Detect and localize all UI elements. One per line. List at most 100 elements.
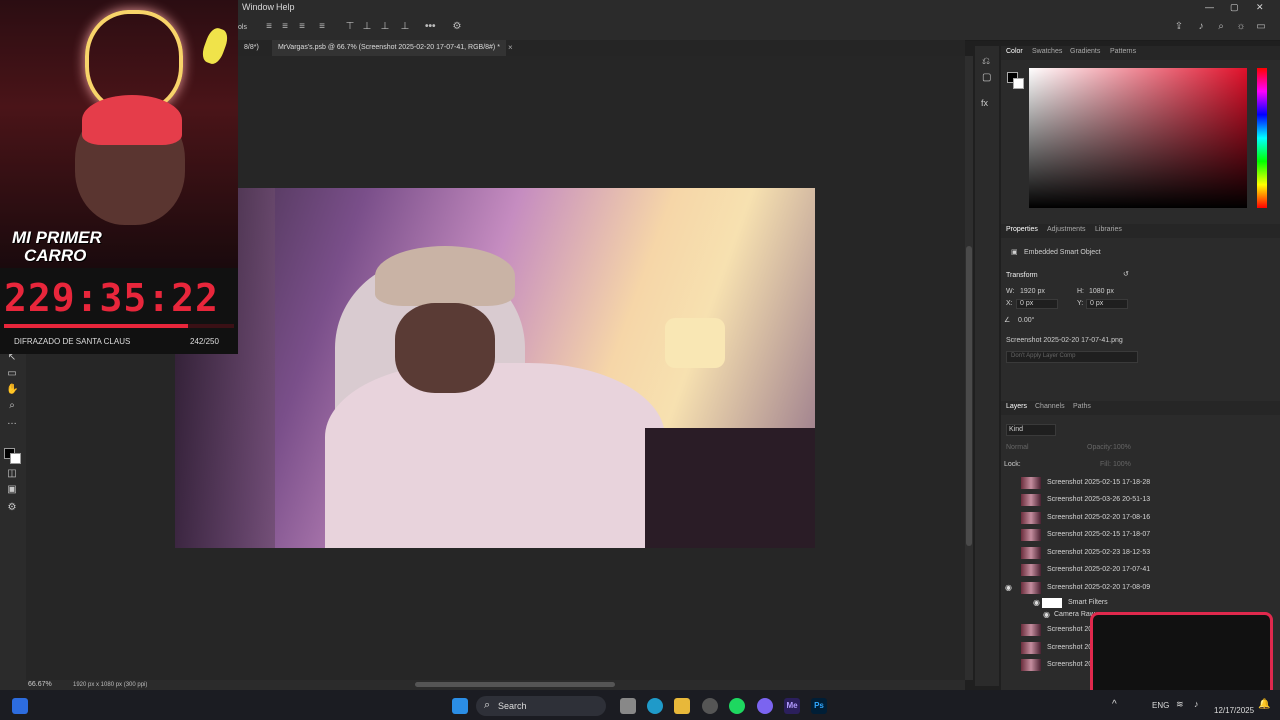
fx-icon[interactable]: fx: [981, 98, 988, 108]
layer-row[interactable]: Screenshot 2025-02-20 17-07-41: [1001, 562, 1266, 579]
smart-filters-label: Smart Filters: [1068, 599, 1108, 606]
menu-window[interactable]: Window: [242, 2, 274, 12]
goal-caption: DIFRAZADO DE SANTA CLAUS: [14, 337, 131, 346]
layer-row[interactable]: Screenshot 2025-02-15 17-18-28: [1001, 475, 1266, 492]
angle-value[interactable]: 0.00°: [1018, 317, 1034, 324]
task-view-icon[interactable]: [620, 698, 636, 714]
layer-row[interactable]: Screenshot 2025-02-15 17-18-07: [1001, 527, 1266, 544]
file-explorer-icon[interactable]: [674, 698, 690, 714]
windows-start-icon[interactable]: [452, 698, 468, 714]
tab-close-icon[interactable]: ×: [508, 43, 513, 52]
background-color-swatch[interactable]: [10, 453, 21, 464]
layer-name: Screenshot 2025-02-20 17-07-41: [1047, 566, 1151, 573]
app-icon[interactable]: [702, 698, 718, 714]
tab-libraries[interactable]: Libraries: [1095, 226, 1122, 233]
date[interactable]: 12/17/2025: [1214, 706, 1254, 715]
tab-color[interactable]: Color: [1006, 48, 1023, 55]
edge-icon[interactable]: [647, 698, 663, 714]
properties-panel-tabs: Properties Adjustments Libraries: [1001, 224, 1280, 238]
taskbar-search[interactable]: ⌕ Search: [476, 696, 606, 716]
volume-icon[interactable]: ♪: [1194, 699, 1199, 709]
media-encoder-icon[interactable]: Me: [784, 698, 800, 714]
document-info[interactable]: 1920 px x 1080 px (300 ppi): [73, 682, 147, 688]
tab-previous[interactable]: 8/8*): [238, 40, 265, 56]
hand-tool-icon[interactable]: ✋: [6, 384, 18, 396]
tab-properties[interactable]: Properties: [1006, 226, 1038, 233]
opacity-label: Opacity:: [1087, 444, 1113, 451]
tab-adjustments[interactable]: Adjustments: [1047, 226, 1086, 233]
align-bottom-icon[interactable]: ⊥: [380, 22, 390, 32]
eye-icon[interactable]: ◉: [1033, 598, 1042, 607]
menu-help[interactable]: Help: [276, 2, 295, 12]
x-label: X:: [1006, 300, 1013, 307]
tab-patterns[interactable]: Patterns: [1110, 48, 1136, 55]
screen-mode-icon[interactable]: ▣: [6, 484, 18, 496]
w-value[interactable]: 1920 px: [1020, 288, 1045, 295]
face-shape: [395, 303, 495, 393]
align-middle-icon[interactable]: ⊥: [362, 22, 372, 32]
w-label: W:: [1006, 288, 1015, 295]
eye-icon[interactable]: ◉: [1043, 610, 1052, 619]
smart-filters-row[interactable]: ◉ Smart Filters: [1001, 597, 1266, 609]
marquee-tool-icon[interactable]: ▭: [6, 368, 18, 380]
discord-icon[interactable]: [757, 698, 773, 714]
spotify-icon[interactable]: [729, 698, 745, 714]
layer-row[interactable]: ◉ Screenshot 2025-02-20 17-08-09: [1001, 580, 1266, 597]
comment-icon[interactable]: ▢: [982, 72, 991, 83]
layer-row[interactable]: Screenshot 2025-02-20 17-08-16: [1001, 510, 1266, 527]
edit-toolbar-icon[interactable]: ⚙: [6, 502, 18, 514]
more-tools-icon[interactable]: …: [6, 416, 18, 428]
minimize-icon[interactable]: —: [1205, 2, 1214, 12]
eye-icon[interactable]: ◉: [1005, 583, 1014, 592]
chevron-up-icon[interactable]: ^: [1112, 699, 1117, 710]
history-icon[interactable]: ⎌: [982, 56, 990, 67]
restore-icon[interactable]: ▢: [1230, 2, 1239, 13]
blend-mode-select[interactable]: Normal: [1006, 444, 1029, 451]
align-center-icon[interactable]: ≡: [280, 22, 290, 32]
hue-slider[interactable]: [1257, 68, 1267, 208]
layer-name: Screenshot 2025-02-20 17-08-16: [1047, 514, 1151, 521]
tab-paths[interactable]: Paths: [1073, 403, 1091, 410]
notification-icon[interactable]: 🔔: [1258, 699, 1270, 710]
quick-mask-icon[interactable]: ◫: [6, 468, 18, 480]
align-left-icon[interactable]: ≡: [264, 22, 274, 32]
zoom-level[interactable]: 66.67%: [28, 681, 52, 688]
wifi-icon[interactable]: ≋: [1176, 699, 1184, 710]
neon-banana: [199, 25, 231, 67]
distribute-v-icon[interactable]: ⊥: [400, 22, 410, 32]
language-indicator[interactable]: ENG: [1152, 701, 1169, 710]
layer-thumbnail: [1021, 659, 1041, 671]
align-right-icon[interactable]: ≡: [297, 22, 307, 32]
gear-icon[interactable]: ⚙: [452, 22, 462, 32]
h-value[interactable]: 1080 px: [1089, 288, 1114, 295]
bg-color-chip[interactable]: [1013, 78, 1024, 89]
tab-channels[interactable]: Channels: [1035, 403, 1065, 410]
tab-swatches[interactable]: Swatches: [1032, 48, 1062, 55]
vertical-scrollbar[interactable]: [965, 56, 973, 680]
scroll-thumb[interactable]: [966, 246, 972, 546]
lightbulb-icon[interactable]: ☼: [1236, 22, 1246, 32]
reset-icon[interactable]: ↺: [1123, 270, 1129, 278]
tab-gradients[interactable]: Gradients: [1070, 48, 1100, 55]
layer-row[interactable]: Screenshot 2025-03-26 20-51-13: [1001, 492, 1266, 509]
share-icon[interactable]: ⇪: [1174, 22, 1184, 32]
horizontal-scrollbar[interactable]: [415, 682, 615, 687]
photoshop-icon[interactable]: Ps: [811, 698, 827, 714]
canvas-image[interactable]: [175, 188, 815, 548]
search-icon[interactable]: ⌕: [1216, 22, 1226, 32]
color-picker-field[interactable]: [1029, 68, 1247, 208]
opacity-value[interactable]: 100%: [1113, 444, 1131, 451]
tab-layers[interactable]: Layers: [1006, 403, 1027, 410]
align-top-icon[interactable]: ⊤: [345, 22, 355, 32]
more-icon[interactable]: •••: [425, 22, 436, 32]
zoom-tool-icon[interactable]: ⌕: [6, 400, 18, 412]
tab-active[interactable]: MrVargas's.psb @ 66.7% (Screenshot 2025-…: [272, 40, 506, 56]
layer-thumbnail: [1021, 582, 1041, 594]
workspace-icon[interactable]: ▭: [1256, 22, 1266, 32]
bell-icon[interactable]: ♪: [1196, 22, 1206, 32]
store-icon[interactable]: [12, 698, 28, 714]
close-icon[interactable]: ✕: [1256, 2, 1264, 13]
fill-value[interactable]: 100%: [1113, 461, 1131, 468]
distribute-icon[interactable]: ≡: [317, 22, 327, 32]
layer-row[interactable]: Screenshot 2025-02-23 18-12-53: [1001, 545, 1266, 562]
